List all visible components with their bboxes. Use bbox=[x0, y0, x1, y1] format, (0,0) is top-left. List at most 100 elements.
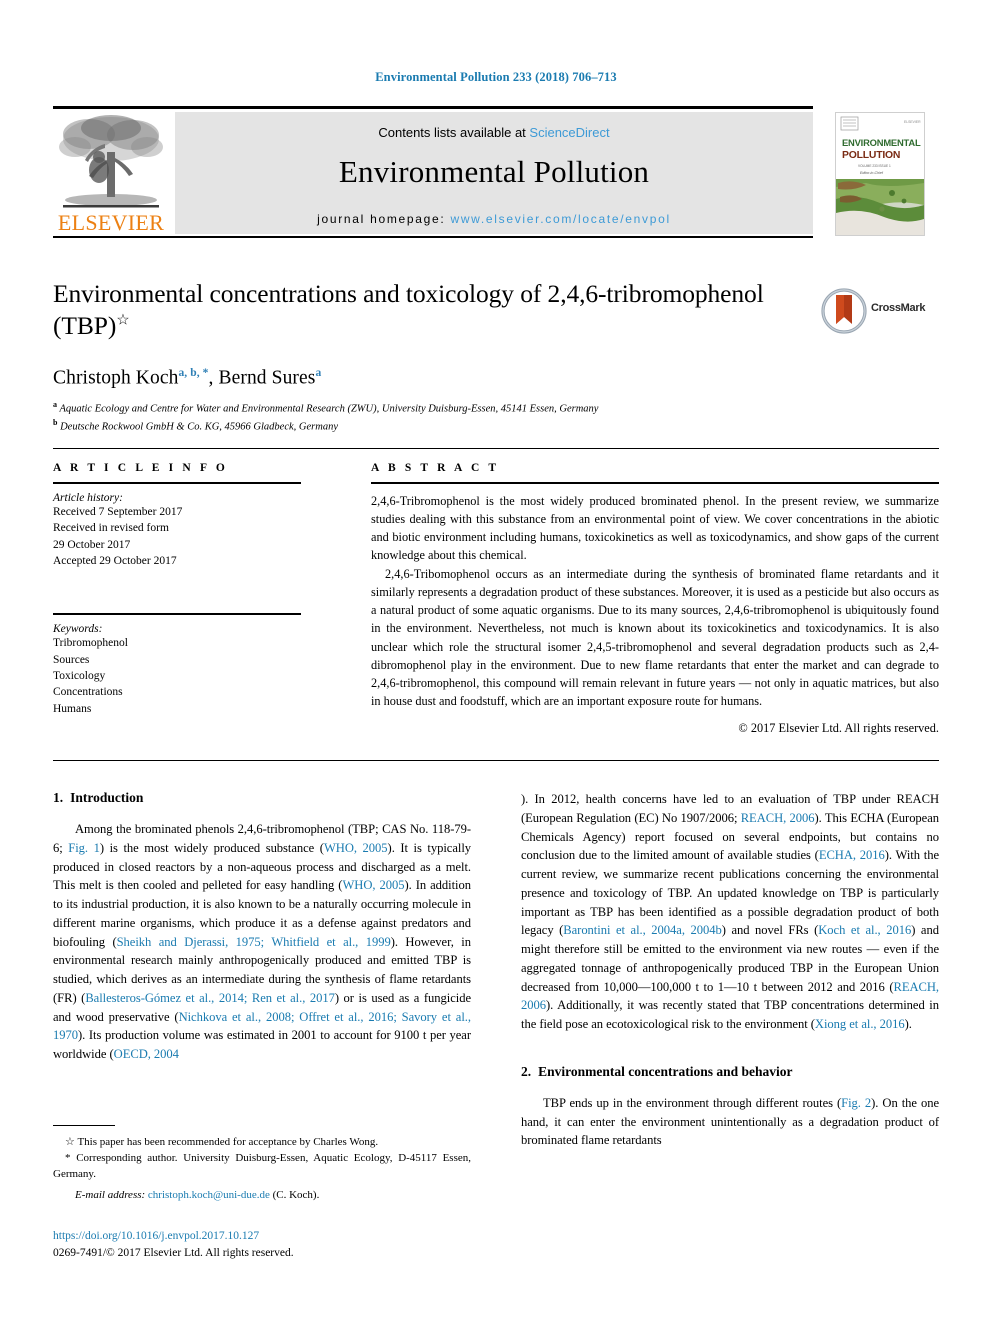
section-1-number: 1. bbox=[53, 790, 64, 805]
footnote-email-line: E-mail address: christoph.koch@uni-due.d… bbox=[53, 1188, 471, 1204]
section-2-title: Environmental concentrations and behavio… bbox=[538, 1063, 793, 1079]
footnote-rule bbox=[53, 1125, 115, 1126]
abstract-column: A B S T R A C T 2,4,6-Tribromophenol is … bbox=[371, 462, 939, 736]
citation-reach-2006-a[interactable]: REACH, 2006 bbox=[741, 811, 815, 825]
journal-masthead: ELSEVIER Contents lists available at Sci… bbox=[53, 106, 939, 238]
elsevier-tree-icon bbox=[59, 115, 163, 208]
running-head: Environmental Pollution 233 (2018) 706–7… bbox=[375, 70, 617, 84]
svg-text:ENVIRONMENTAL: ENVIRONMENTAL bbox=[842, 137, 921, 148]
footnote-corresponding-text: Corresponding author. University Duisbur… bbox=[53, 1151, 472, 1180]
title-line-2: (TBP) bbox=[53, 311, 117, 341]
keywords-label: Keywords: bbox=[53, 623, 103, 636]
contents-available-line: Contents lists available at ScienceDirec… bbox=[175, 112, 813, 140]
section-2-paragraph: TBP ends up in the environment through d… bbox=[521, 1094, 939, 1150]
abstract-divider bbox=[371, 482, 939, 484]
info-bottom-rule bbox=[53, 760, 939, 761]
citation-ballesteros-ren[interactable]: Ballesteros-Gómez et al., 2014; Ren et a… bbox=[85, 991, 335, 1005]
homepage-label: journal homepage: bbox=[317, 212, 451, 226]
title-block: Environmental concentrations and toxicol… bbox=[53, 278, 939, 435]
section-1-paragraph-continued: ). In 2012, health concerns have led to … bbox=[521, 790, 939, 1034]
figure-2-link[interactable]: Fig. 2 bbox=[841, 1096, 871, 1110]
article-info-column: A R T I C L E I N F O Article history: R… bbox=[53, 462, 301, 717]
section-2-heading: 2. Environmental concentrations and behav… bbox=[521, 1064, 939, 1080]
footer-block: https://doi.org/10.1016/j.envpol.2017.10… bbox=[53, 1228, 471, 1263]
author-separator: , Bernd Sures bbox=[208, 367, 316, 389]
svg-text:POLLUTION: POLLUTION bbox=[842, 150, 900, 161]
abstract-paragraph-1: 2,4,6-Tribromophenol is the most widely … bbox=[371, 494, 939, 563]
journal-band: Contents lists available at ScienceDirec… bbox=[175, 112, 813, 234]
keywords-divider bbox=[53, 613, 301, 616]
footnote-acceptance: ☆ This paper has been recommended for ac… bbox=[53, 1135, 471, 1151]
citation-xiong-2016[interactable]: Xiong et al., 2016 bbox=[815, 1017, 905, 1031]
affiliation-b: b Deutsche Rockwool GmbH & Co. KG, 45966… bbox=[53, 417, 939, 435]
citation-echa-2016[interactable]: ECHA, 2016 bbox=[819, 848, 885, 862]
email-suffix: (C. Koch). bbox=[272, 1188, 320, 1201]
article-info-heading: A R T I C L E I N F O bbox=[53, 462, 228, 474]
abstract-paragraph-2: 2,4,6-Tribomophenol occurs as an interme… bbox=[371, 567, 939, 708]
elsevier-logo: ELSEVIER bbox=[55, 112, 167, 234]
figure-1-link[interactable]: Fig. 1 bbox=[68, 841, 100, 855]
homepage-url[interactable]: www.elsevier.com/locate/envpol bbox=[450, 212, 670, 226]
body-column-right: ). In 2012, health concerns have led to … bbox=[521, 790, 939, 1150]
citation-sheikh-whitfield[interactable]: Sheikh and Djerassi, 1975; Whitfield et … bbox=[117, 935, 391, 949]
footnotes-block: ☆ This paper has been recommended for ac… bbox=[53, 1125, 471, 1204]
section-2-number: 2. bbox=[521, 1063, 532, 1079]
svg-text:ELSEVIER: ELSEVIER bbox=[904, 120, 921, 124]
affiliation-b-marker: b bbox=[53, 417, 58, 427]
email-link[interactable]: christoph.koch@uni-due.de bbox=[148, 1189, 270, 1201]
keyword-item: Sources bbox=[53, 653, 90, 666]
email-label: E-mail address: bbox=[75, 1188, 146, 1201]
affiliation-b-text: Deutsche Rockwool GmbH & Co. KG, 45966 G… bbox=[60, 421, 338, 433]
journal-cover-thumbnail: ELSEVIER ENVIRONMENTAL POLLUTION VOLUME … bbox=[821, 106, 939, 244]
citation-who-2005-a[interactable]: WHO, 2005 bbox=[324, 841, 388, 855]
cover-artwork-icon: ELSEVIER ENVIRONMENTAL POLLUTION VOLUME … bbox=[836, 113, 924, 235]
crossmark-badge[interactable]: CrossMark bbox=[821, 288, 927, 334]
masthead-bottom-rule bbox=[53, 236, 813, 238]
section-1-heading: 1. Introduction bbox=[53, 790, 471, 806]
article-info-divider bbox=[53, 482, 301, 484]
article-history-label: Article history: bbox=[53, 492, 123, 504]
sciencedirect-link[interactable]: ScienceDirect bbox=[529, 125, 609, 140]
citation-oecd-2004[interactable]: OECD, 2004 bbox=[114, 1047, 179, 1061]
keyword-item: Concentrations bbox=[53, 686, 123, 699]
text-run: TBP ends up in the environment through d… bbox=[543, 1095, 842, 1110]
citation-barontini-2004[interactable]: Barontini et al., 2004a, 2004b bbox=[563, 923, 722, 937]
title-line-1: Environmental concentrations and toxicol… bbox=[53, 279, 764, 308]
keyword-item: Humans bbox=[53, 702, 92, 715]
keyword-item: Toxicology bbox=[53, 669, 106, 682]
footnote-corresponding: * Corresponding author. University Duisb… bbox=[53, 1151, 471, 1183]
text-run: ) is the most widely produced substance … bbox=[99, 840, 324, 855]
info-top-rule bbox=[53, 448, 939, 449]
author-1-affil-markers: a, b, * bbox=[178, 366, 209, 379]
affiliations: a Aquatic Ecology and Centre for Water a… bbox=[53, 399, 939, 434]
contents-prefix: Contents lists available at bbox=[378, 125, 530, 140]
keywords-block: Keywords: Tribromophenol Sources Toxicol… bbox=[53, 613, 301, 717]
masthead-top-rule bbox=[53, 106, 813, 109]
footnote-star-symbol: ☆ bbox=[65, 1136, 75, 1148]
author-1-name: Christoph Koch bbox=[53, 367, 179, 389]
body-column-left: 1. Introduction Among the brominated phen… bbox=[53, 790, 471, 1064]
abstract-heading: A B S T R A C T bbox=[371, 462, 500, 474]
page-title: Environmental concentrations and toxicol… bbox=[53, 278, 813, 343]
history-accepted: Accepted 29 October 2017 bbox=[53, 554, 177, 567]
history-revised-date: 29 October 2017 bbox=[53, 538, 131, 551]
crossmark-label: CrossMark bbox=[871, 302, 926, 314]
citation-koch-2016[interactable]: Koch et al., 2016 bbox=[818, 923, 911, 937]
issn-copyright: 0269-7491/© 2017 Elsevier Ltd. All right… bbox=[53, 1247, 294, 1260]
crossmark-icon bbox=[821, 288, 867, 334]
affiliation-a-text: Aquatic Ecology and Centre for Water and… bbox=[59, 403, 599, 415]
text-run: ). bbox=[904, 1017, 912, 1031]
citation-who-2005-b[interactable]: WHO, 2005 bbox=[342, 878, 404, 892]
title-footnote-star: ☆ bbox=[116, 312, 130, 329]
journal-title: Environmental Pollution bbox=[338, 154, 650, 189]
history-received: Received 7 September 2017 bbox=[53, 506, 183, 518]
elsevier-wordmark: ELSEVIER bbox=[57, 210, 165, 235]
author-2-affil-markers: a bbox=[315, 366, 322, 379]
history-revised-form: Received in revised form bbox=[53, 522, 169, 535]
doi-link[interactable]: https://doi.org/10.1016/j.envpol.2017.10… bbox=[53, 1228, 471, 1245]
abstract-copyright: © 2017 Elsevier Ltd. All rights reserved… bbox=[738, 720, 939, 735]
footnote-asterisk-symbol: * bbox=[65, 1151, 71, 1164]
footnote-acceptance-text: This paper has been recommended for acce… bbox=[77, 1136, 379, 1148]
svg-text:Editor-in-Chief: Editor-in-Chief bbox=[860, 171, 884, 175]
section-1-title: Introduction bbox=[70, 790, 144, 805]
